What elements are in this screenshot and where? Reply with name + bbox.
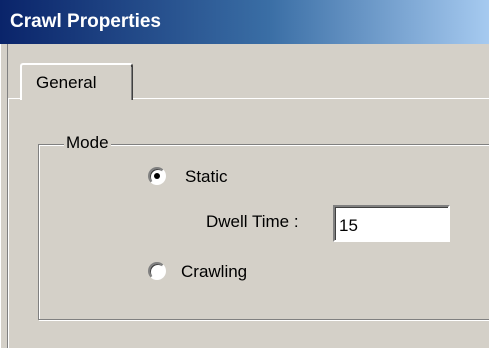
window-frame-left xyxy=(0,44,4,348)
tab-general-label: General xyxy=(36,73,97,92)
tab-general[interactable]: General xyxy=(20,63,133,100)
crawling-radio-label[interactable]: Crawling xyxy=(181,262,247,282)
dwell-time-input[interactable] xyxy=(333,205,450,242)
crawl-properties-window: Crawl Properties General Mode Static Dwe… xyxy=(0,0,489,348)
title-bar[interactable]: Crawl Properties xyxy=(0,0,489,44)
dwell-time-label: Dwell Time : xyxy=(206,212,299,231)
crawling-radio[interactable] xyxy=(148,262,166,280)
mode-group-label: Mode xyxy=(64,133,111,153)
static-radio[interactable] xyxy=(148,167,166,185)
tab-shadow xyxy=(131,67,132,100)
tab-page-top-edge xyxy=(133,98,489,99)
window-title: Crawl Properties xyxy=(10,11,161,32)
radio-selected-dot xyxy=(154,173,160,179)
static-radio-label[interactable]: Static xyxy=(185,167,228,187)
